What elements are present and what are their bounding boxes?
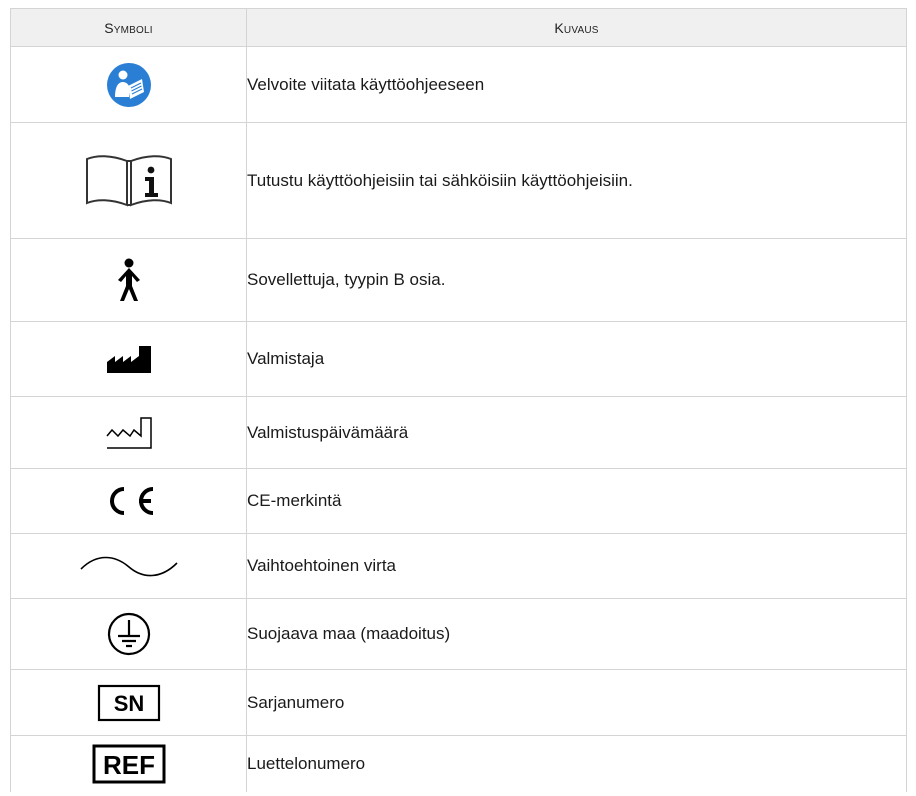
header-description: Kuvaus [246, 8, 907, 47]
table-row: Vaihtoehtoinen virta [10, 533, 907, 599]
symbol-cell [10, 321, 247, 397]
catalogue-number-label: REF [103, 750, 155, 780]
consult-instructions-icon [85, 154, 172, 206]
read-instructions-mandatory-icon [106, 62, 151, 107]
protective-earth-icon [107, 612, 150, 656]
manufacturer-icon [106, 346, 151, 373]
serial-number-icon: SN [97, 684, 160, 721]
ce-mark-icon [109, 487, 153, 515]
description-cell: Sovellettuja, tyypin B osia. [246, 238, 907, 322]
description-cell: Sarjanumero [246, 669, 907, 736]
table-row: Tutustu käyttöohjeisiin tai sähköisiin k… [10, 122, 907, 239]
symbol-cell [10, 122, 247, 239]
symbol-cell: SN [10, 669, 247, 736]
symbol-cell [10, 468, 247, 534]
table-row: Valmistaja [10, 321, 907, 397]
symbol-cell [10, 598, 247, 670]
table-header-row: Symboli Kuvaus [10, 8, 907, 47]
description-cell: Valmistuspäivämäärä [246, 396, 907, 469]
symbol-cell [10, 396, 247, 469]
description-cell: Vaihtoehtoinen virta [246, 533, 907, 599]
description-cell: Suojaava maa (maadoitus) [246, 598, 907, 670]
table-row: Valmistuspäivämäärä [10, 396, 907, 469]
description-cell: Valmistaja [246, 321, 907, 397]
symbol-cell [10, 533, 247, 599]
table-row: REF Luettelonumero [10, 735, 907, 792]
table-row: Suojaava maa (maadoitus) [10, 598, 907, 670]
serial-number-label: SN [113, 691, 144, 716]
table-row: SN Sarjanumero [10, 669, 907, 736]
catalogue-number-icon: REF [92, 744, 165, 784]
symbol-cell [10, 46, 247, 123]
alternating-current-icon [79, 556, 178, 577]
table-row: CE-merkintä [10, 468, 907, 534]
description-cell: Velvoite viitata käyttöohjeeseen [246, 46, 907, 123]
table-row: Sovellettuja, tyypin B osia. [10, 238, 907, 322]
symbol-cell: REF [10, 735, 247, 792]
description-cell: Luettelonumero [246, 735, 907, 792]
description-cell: Tutustu käyttöohjeisiin tai sähköisiin k… [246, 122, 907, 239]
description-cell: CE-merkintä [246, 468, 907, 534]
header-symbol: Symboli [10, 8, 247, 47]
table-row: Velvoite viitata käyttöohjeeseen [10, 46, 907, 123]
symbol-cell [10, 238, 247, 322]
type-b-applied-part-icon [117, 258, 140, 301]
symbols-table: Symboli Kuvaus Velvoite viitata käyttöoh… [10, 8, 907, 792]
date-of-manufacture-icon [105, 416, 152, 449]
